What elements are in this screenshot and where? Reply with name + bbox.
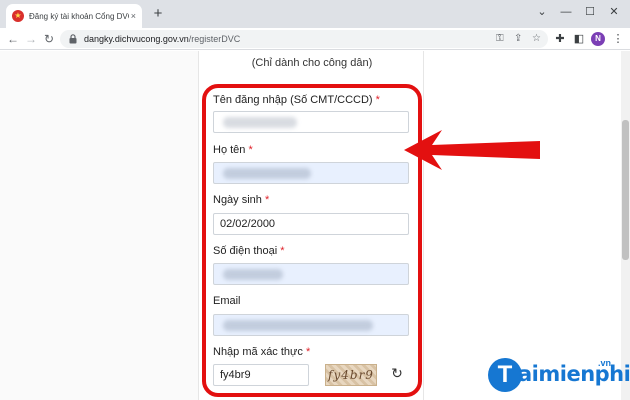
chevron-down-icon[interactable]: ⌄: [532, 3, 552, 21]
new-tab-button[interactable]: +: [150, 6, 166, 22]
url-text: dangky.dichvucong.gov.vn/registerDVC: [84, 34, 241, 44]
highlight-frame: [202, 84, 422, 397]
forward-arrow-icon[interactable]: →: [24, 31, 38, 47]
bookmark-star-icon[interactable]: ☆: [532, 33, 541, 45]
site-favicon-icon: ★: [12, 10, 24, 22]
watermark-suffix: .vn: [598, 358, 612, 368]
lock-icon: [69, 34, 77, 44]
menu-kebab-icon[interactable]: ⋮: [611, 31, 625, 47]
scrollbar-thumb[interactable]: [622, 120, 629, 260]
watermark-logo: T aimienphi .vn: [488, 358, 630, 396]
back-arrow-icon[interactable]: ←: [6, 31, 20, 47]
pointer-arrow-icon: [404, 130, 540, 170]
share-icon[interactable]: ⇪: [514, 33, 522, 45]
extensions-icon[interactable]: ✚: [553, 31, 567, 47]
side-panel-icon[interactable]: ◧: [572, 31, 586, 47]
maximize-icon[interactable]: ☐: [580, 3, 600, 21]
form-subtitle: (Chỉ dành cho công dân): [251, 57, 373, 69]
tab-title: Đăng ký tài khoản Cổng DVC qu: [29, 11, 129, 21]
profile-avatar[interactable]: N: [591, 32, 605, 46]
watermark-text: aimienphi: [518, 362, 630, 386]
browser-toolbar: ← → ↻ dangky.dichvucong.gov.vn/registerD…: [0, 28, 630, 50]
minimize-icon[interactable]: —: [556, 3, 576, 21]
address-bar[interactable]: dangky.dichvucong.gov.vn/registerDVC ⚿ ⇪…: [60, 30, 548, 48]
reload-icon[interactable]: ↻: [42, 31, 56, 47]
close-window-icon[interactable]: ✕: [604, 3, 624, 21]
page-left-margin: [0, 51, 198, 400]
browser-tab-strip: ★ Đăng ký tài khoản Cổng DVC qu × + ⌄ — …: [0, 0, 630, 28]
tab-close-icon[interactable]: ×: [131, 11, 136, 21]
password-key-icon[interactable]: ⚿: [496, 33, 504, 45]
browser-tab[interactable]: ★ Đăng ký tài khoản Cổng DVC qu ×: [6, 4, 142, 28]
watermark-letter: T: [488, 358, 522, 392]
